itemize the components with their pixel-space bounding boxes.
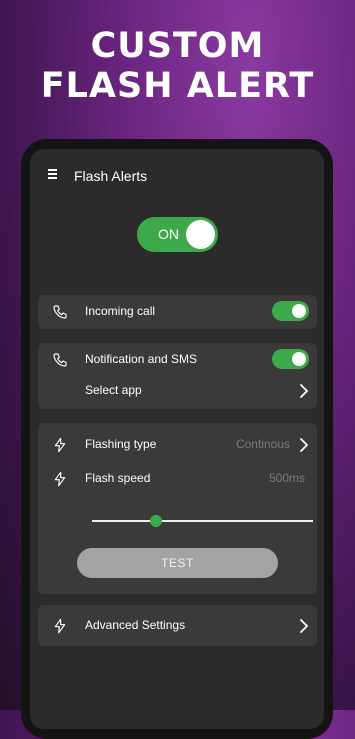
incoming-call-card: Incoming call [38,295,317,329]
test-button[interactable]: TEST [77,548,278,578]
slider-thumb[interactable] [150,515,163,527]
slider-track [92,520,313,522]
chevron-right-icon [300,438,309,452]
select-app-label: Select app [85,383,142,397]
lightning-icon [54,618,66,634]
flash-speed-row: Flash speed 500ms [38,467,317,491]
incoming-call-label: Incoming call [85,304,156,318]
incoming-call-switch[interactable] [272,301,309,321]
notification-card: Notification and SMS Select app [38,343,317,409]
main-flash-toggle[interactable]: ON [137,217,218,252]
incoming-call-row[interactable]: Incoming call [38,300,317,324]
advanced-settings-card: Advanced Settings [38,605,317,646]
app-screen: Flash Alerts ON Incoming call Notificati… [30,149,324,729]
menu-icon[interactable] [48,169,57,181]
promo-headline-line1: CUSTOM [90,26,265,66]
flash-settings-card: Flashing type Continous Flash speed 500m… [38,423,317,594]
app-title: Flash Alerts [74,168,148,184]
select-app-row[interactable]: Select app [38,379,317,403]
main-toggle-label: ON [158,226,179,242]
notification-row[interactable]: Notification and SMS [38,348,317,372]
lightning-icon [54,437,66,453]
flashing-type-value: Continous [235,437,290,451]
lightning-icon [54,471,66,487]
chevron-right-icon [300,384,309,398]
promo-headline: CUSTOM FLASH ALERT [0,26,355,106]
chevron-right-icon [300,619,309,633]
flash-speed-slider[interactable] [92,512,313,532]
phone-icon [53,353,67,367]
app-bar: Flash Alerts [30,165,324,189]
phone-icon [53,305,67,319]
flashing-type-label: Flashing type [85,437,157,451]
advanced-settings-label: Advanced Settings [85,618,186,632]
promo-headline-line2: FLASH ALERT [40,66,315,106]
toggle-knob [186,220,215,249]
flash-speed-value: 500ms [268,471,305,485]
flashing-type-row[interactable]: Flashing type Continous [38,433,317,457]
notification-switch[interactable] [272,349,309,369]
advanced-settings-row[interactable]: Advanced Settings [38,614,317,638]
switch-knob [292,352,306,366]
switch-knob [292,304,306,318]
notification-label: Notification and SMS [85,352,198,366]
flash-speed-label: Flash speed [85,471,151,485]
